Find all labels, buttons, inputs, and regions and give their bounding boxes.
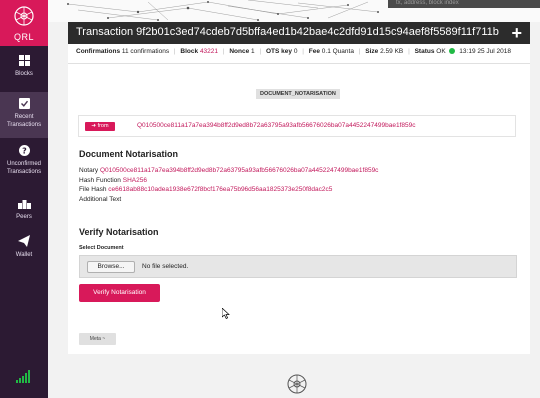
block-link[interactable]: 43221 xyxy=(200,48,218,55)
additional-text-row: Additional Text xyxy=(79,196,121,203)
sidebar: QRL Blocks Recent Transactions ? Unconfi… xyxy=(0,0,48,398)
status-ok-icon xyxy=(449,48,456,54)
sidebar-item-label: Wallet xyxy=(15,252,33,258)
sidebar-item-wallet[interactable]: Wallet xyxy=(0,235,48,265)
verify-title: Verify Notarisation xyxy=(79,227,159,237)
file-hash-value: ce6618ab88c10adea1938e672f8bcf176ea75b96… xyxy=(108,186,333,193)
separator: | xyxy=(302,48,304,55)
paper-plane-icon xyxy=(18,235,30,247)
from-box: ➜ from Q010500ce811a17a7ea394b8ff2d9ed8b… xyxy=(78,115,516,137)
qrl-logo-icon xyxy=(14,6,34,26)
sidebar-item-label: Unconfirmed Transactions xyxy=(6,161,42,175)
sidebar-item-recent-transactions[interactable]: Recent Transactions xyxy=(0,92,48,138)
network-background: tx, address, block index xyxy=(48,0,540,22)
mouse-cursor-icon xyxy=(222,308,230,319)
sidebar-item-peers[interactable]: Peers xyxy=(0,200,48,226)
select-document-label: Select Document xyxy=(79,245,124,251)
peers-icon xyxy=(17,200,31,209)
from-address-link[interactable]: Q010500ce811a17a7ea394b8ff2d9ed8b72a6379… xyxy=(137,122,415,129)
sidebar-item-label: Peers xyxy=(16,214,32,220)
file-hash-row: File Hash ce6618ab88c10adea1938e672f8bcf… xyxy=(79,186,332,193)
divider xyxy=(68,63,530,64)
status-label: Status xyxy=(414,48,435,55)
qrl-logo[interactable]: QRL xyxy=(0,0,48,46)
checkbox-icon xyxy=(18,98,30,109)
hash-function-row: Hash Function SHA256 xyxy=(79,177,147,184)
transaction-info-row: Confirmations 11 confirmations | Block 4… xyxy=(76,48,511,58)
network-signal-icon xyxy=(16,370,30,383)
add-button[interactable]: + xyxy=(511,24,522,42)
transaction-card: Confirmations 11 confirmations | Block 4… xyxy=(68,44,530,354)
separator: | xyxy=(259,48,262,55)
logo-text: QRL xyxy=(13,32,34,42)
sidebar-item-label: Recent Transactions xyxy=(6,114,42,128)
notary-label: Notary xyxy=(79,167,99,174)
fee-label: Fee xyxy=(308,48,320,55)
confirmations-value: 11 confirmations xyxy=(121,48,170,55)
separator: | xyxy=(358,48,361,55)
search-input[interactable]: tx, address, block index xyxy=(388,0,540,8)
hash-function-value: SHA256 xyxy=(122,177,147,184)
status-value: OK xyxy=(436,48,446,55)
ots-label: OTS key xyxy=(265,48,292,55)
footer-qrl-logo-icon xyxy=(287,374,307,394)
fee-value: 0.1 Quanta xyxy=(321,48,354,55)
sidebar-item-label: Blocks xyxy=(15,71,33,77)
notary-row: Notary Q010500ce811a17a7ea394b8ff2d9ed8b… xyxy=(79,167,378,174)
no-file-text: No file selected. xyxy=(142,263,189,270)
file-input: Browse... No file selected. xyxy=(79,255,517,278)
confirmations-label: Confirmations xyxy=(76,48,121,55)
arrow-right-icon: ➜ xyxy=(91,123,97,129)
hash-function-label: Hash Function xyxy=(79,177,121,184)
transaction-type-badge: DOCUMENT_NOTARISATION xyxy=(256,89,340,99)
browse-button[interactable]: Browse... xyxy=(87,261,135,273)
sidebar-item-blocks[interactable]: Blocks xyxy=(0,55,48,91)
separator: | xyxy=(222,48,225,55)
block-label: Block xyxy=(180,48,199,55)
additional-text-label: Additional Text xyxy=(79,196,122,203)
verify-notarisation-button[interactable]: Verify Notarisation xyxy=(79,284,160,302)
separator: | xyxy=(173,48,176,55)
separator: | xyxy=(408,48,410,55)
sidebar-item-unconfirmed-transactions[interactable]: ? Unconfirmed Transactions xyxy=(0,145,48,191)
notary-link[interactable]: Q010500ce811a17a7ea394b8ff2d9ed8b72a6379… xyxy=(100,167,378,174)
blocks-icon xyxy=(18,55,30,66)
from-badge-label: from xyxy=(97,123,109,129)
question-icon: ? xyxy=(18,145,30,156)
size-value: 2.59 KB xyxy=(380,48,404,55)
size-label: Size xyxy=(365,48,379,55)
transaction-title: Transaction 9f2b01c3ed74cdeb7d5bffa4ed1b… xyxy=(76,26,499,38)
transaction-header: Transaction 9f2b01c3ed74cdeb7d5bffa4ed1b… xyxy=(68,22,530,44)
nonce-label: Nonce xyxy=(229,48,250,55)
timestamp: 13:19 25 Jul 2018 xyxy=(459,48,511,55)
ots-value: 0 xyxy=(293,48,298,55)
nonce-value: 1 xyxy=(251,48,255,55)
from-badge: ➜ from xyxy=(85,122,115,131)
meta-button[interactable]: Meta ~ xyxy=(79,333,116,345)
svg-text:?: ? xyxy=(22,146,27,155)
file-hash-label: File Hash xyxy=(79,186,107,193)
notarisation-title: Document Notarisation xyxy=(79,149,179,159)
